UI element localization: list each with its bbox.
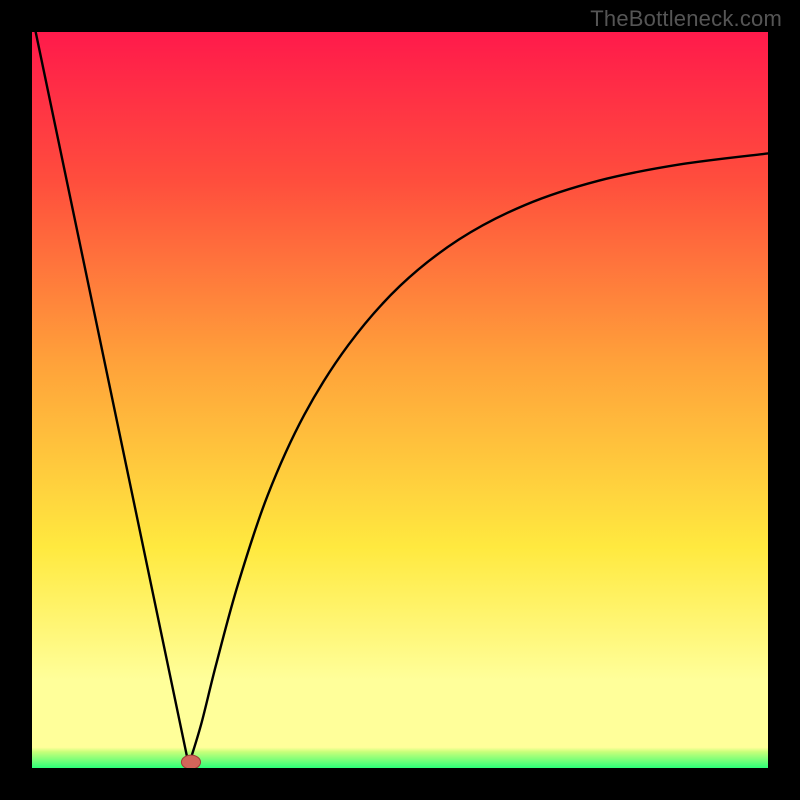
optimal-point-marker: [181, 755, 200, 768]
chart-frame: TheBottleneck.com: [0, 0, 800, 800]
plot-svg: [32, 32, 768, 768]
plot-area: [32, 32, 768, 768]
watermark-text: TheBottleneck.com: [590, 6, 782, 32]
gradient-background: [32, 32, 768, 768]
